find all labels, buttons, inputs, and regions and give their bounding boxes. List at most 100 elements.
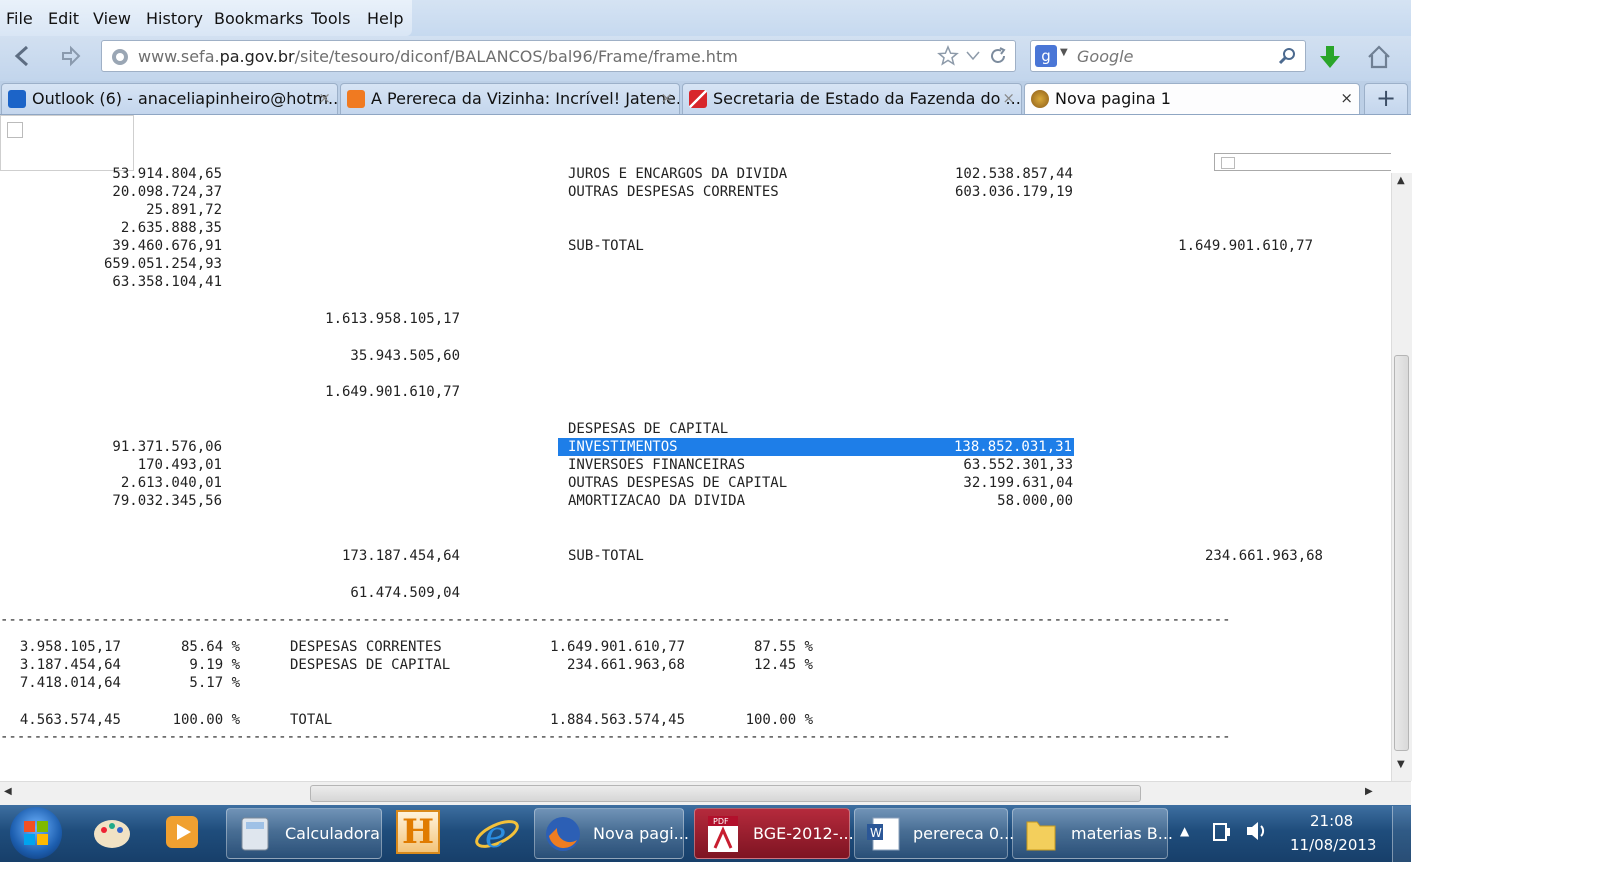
task-label: materias B... bbox=[1071, 824, 1173, 843]
scroll-left-icon[interactable]: ◀ bbox=[4, 786, 12, 797]
horizontal-scrollbar[interactable]: ◀ ▶ bbox=[0, 781, 1411, 806]
total-left-pct: 100.00 % bbox=[172, 712, 240, 728]
vertical-scroll-thumb[interactable] bbox=[1394, 355, 1409, 751]
outlook-icon bbox=[8, 90, 26, 108]
para-flag-icon bbox=[689, 90, 707, 108]
download-arrow-icon[interactable] bbox=[1318, 44, 1342, 70]
emblem-icon bbox=[1031, 90, 1049, 108]
close-tab-icon[interactable]: × bbox=[1340, 89, 1353, 107]
horizontal-scroll-thumb[interactable] bbox=[310, 785, 1141, 802]
task-label: perereca 0... bbox=[913, 824, 1015, 843]
windows-logo-icon bbox=[24, 821, 48, 845]
separator-line: ----------------------------------------… bbox=[0, 729, 1231, 745]
h-app-taskbar-icon[interactable]: H bbox=[396, 810, 444, 856]
scroll-down-icon[interactable]: ▼ bbox=[1397, 759, 1405, 770]
search-box[interactable]: g ▼ Google bbox=[1030, 40, 1306, 72]
menu-edit[interactable]: Edit bbox=[48, 9, 79, 28]
expense-value: 102.538.857,44 bbox=[954, 166, 1073, 182]
task-label: Calculadora bbox=[285, 824, 380, 843]
total-current: 1.649.901.610,77 bbox=[325, 384, 460, 400]
left-value: 659.051.254,93 bbox=[103, 256, 222, 272]
tab-outlook[interactable]: Outlook (6) - anaceliapinheiro@hotm... × bbox=[1, 83, 338, 114]
internet-explorer-taskbar-icon[interactable]: e bbox=[472, 808, 522, 858]
scroll-up-icon[interactable]: ▲ bbox=[1397, 175, 1405, 186]
left-value: 53.914.804,65 bbox=[112, 166, 222, 182]
summary-left-value: 7.418.014,64 bbox=[19, 675, 121, 691]
extra-current: 35.943.505,60 bbox=[350, 348, 460, 364]
expense-value: 138.852.031,31 bbox=[953, 439, 1072, 455]
url-dropdown-icon[interactable] bbox=[966, 51, 980, 61]
scroll-right-icon[interactable]: ▶ bbox=[1365, 786, 1373, 797]
paint-palette-icon bbox=[94, 820, 130, 848]
summary-left-pct: 9.19 % bbox=[189, 657, 240, 673]
back-button[interactable] bbox=[6, 39, 40, 73]
url-text: www.sefa.pa.gov.br/site/tesouro/diconf/B… bbox=[138, 47, 738, 66]
summary-label: DESPESAS CORRENTES bbox=[290, 639, 442, 655]
left-value: 91.371.576,06 bbox=[112, 439, 222, 455]
media-player-taskbar-icon[interactable] bbox=[160, 810, 204, 854]
power-icon[interactable] bbox=[1210, 818, 1234, 844]
expense-label: INVERSOES FINANCEIRAS bbox=[568, 457, 746, 473]
expense-value: 58.000,00 bbox=[997, 493, 1073, 509]
google-search-engine-icon[interactable]: g bbox=[1035, 45, 1057, 67]
left-value: 79.032.345,56 bbox=[112, 493, 222, 509]
bookmark-star-icon[interactable] bbox=[937, 45, 959, 67]
menu-view[interactable]: View bbox=[93, 9, 131, 28]
taskbar-calculator[interactable]: Calculadora bbox=[226, 808, 382, 859]
separator-line: ----------------------------------------… bbox=[0, 612, 1231, 628]
close-tab-icon[interactable]: × bbox=[1002, 89, 1015, 107]
menu-history[interactable]: History bbox=[146, 9, 203, 28]
url-bar[interactable]: www.sefa.pa.gov.br/site/tesouro/diconf/B… bbox=[101, 40, 1016, 72]
total-label: TOTAL bbox=[290, 712, 333, 728]
task-label: BGE-2012-... bbox=[753, 824, 854, 843]
menu-help[interactable]: Help bbox=[367, 9, 403, 28]
vertical-scrollbar[interactable]: ▲ ▼ bbox=[1391, 173, 1412, 781]
home-icon[interactable] bbox=[1366, 44, 1392, 70]
close-tab-icon[interactable]: × bbox=[318, 89, 331, 107]
show-desktop-button[interactable] bbox=[1392, 806, 1412, 862]
right-frame bbox=[1214, 153, 1391, 171]
forward-arrow-icon bbox=[62, 45, 81, 67]
start-button[interactable] bbox=[10, 807, 62, 859]
left-value: 20.098.724,37 bbox=[112, 184, 222, 200]
paint-taskbar-icon[interactable] bbox=[90, 810, 134, 854]
highlighted-row[interactable]: INVESTIMENTOS 138.852.031,31 bbox=[558, 438, 1074, 456]
menu-tools[interactable]: Tools bbox=[311, 9, 350, 28]
expense-label: AMORTIZACAO DA DIVIDA bbox=[568, 493, 746, 509]
tab-label: A Perereca da Vizinha: Incrível! Jatene.… bbox=[371, 89, 680, 108]
tab-label: Secretaria de Estado da Fazenda do ... bbox=[713, 89, 1021, 108]
search-engine-dropdown-icon[interactable]: ▼ bbox=[1060, 47, 1068, 58]
taskbar-word-doc[interactable]: W perereca 0... bbox=[854, 808, 1014, 859]
summary-left-value: 3.187.454,64 bbox=[19, 657, 121, 673]
taskbar-firefox[interactable]: Nova pagi... bbox=[534, 808, 689, 859]
show-hidden-icons-icon[interactable]: ▲ bbox=[1180, 824, 1189, 838]
summary-label: DESPESAS DE CAPITAL bbox=[290, 657, 451, 673]
media-player-icon bbox=[166, 816, 198, 848]
tab-label: Outlook (6) - anaceliapinheiro@hotm... bbox=[32, 89, 338, 108]
taskbar-pdf[interactable]: PDF BGE-2012-... bbox=[694, 808, 854, 859]
new-tab-button[interactable]: + bbox=[1364, 83, 1408, 114]
volume-icon[interactable] bbox=[1244, 818, 1270, 844]
capital-heading: DESPESAS DE CAPITAL bbox=[568, 421, 729, 437]
clock[interactable]: 21:08 11/08/2013 bbox=[1284, 810, 1376, 858]
close-tab-icon[interactable]: × bbox=[660, 89, 673, 107]
summary-left-value: 3.958.105,17 bbox=[19, 639, 121, 655]
svg-text:W: W bbox=[870, 826, 882, 840]
calculator-icon bbox=[241, 817, 269, 851]
forward-button[interactable] bbox=[54, 39, 88, 73]
taskbar-folder[interactable]: materias B... bbox=[1012, 808, 1173, 859]
search-placeholder: Google bbox=[1077, 47, 1134, 66]
left-value: 2.635.888,35 bbox=[120, 220, 222, 236]
reload-icon[interactable] bbox=[988, 46, 1008, 66]
broken-image-icon bbox=[7, 122, 23, 138]
expense-label: OUTRAS DESPESAS DE CAPITAL bbox=[568, 475, 788, 491]
subtotal-right-capital: 234.661.963,68 bbox=[1204, 548, 1323, 564]
tab-nova-pagina[interactable]: Nova pagina 1 × bbox=[1024, 83, 1360, 114]
left-value: 2.613.040,01 bbox=[120, 475, 222, 491]
expense-value: 63.552.301,33 bbox=[963, 457, 1073, 473]
search-icon[interactable] bbox=[1277, 46, 1297, 66]
menu-file[interactable]: File bbox=[6, 9, 33, 28]
menu-bookmarks[interactable]: Bookmarks bbox=[214, 9, 303, 28]
tab-sefa[interactable]: Secretaria de Estado da Fazenda do ... × bbox=[682, 83, 1022, 114]
tab-perereca[interactable]: A Perereca da Vizinha: Incrível! Jatene.… bbox=[340, 83, 680, 114]
